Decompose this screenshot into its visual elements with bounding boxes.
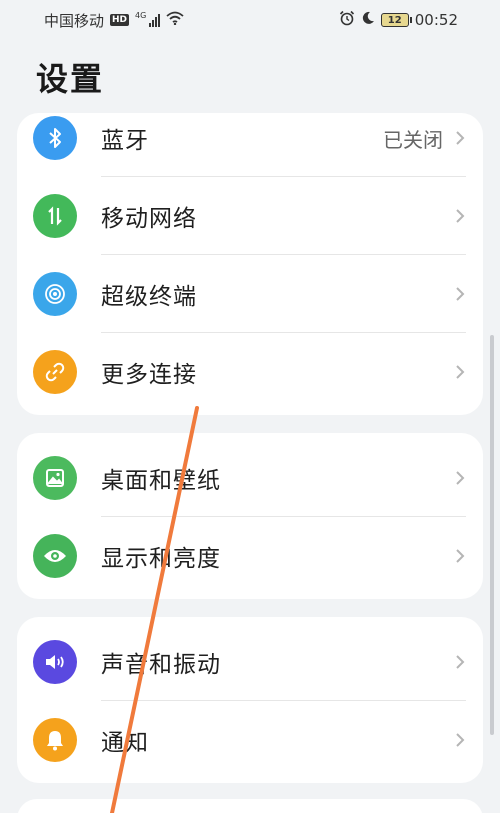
alarm-icon	[339, 10, 355, 30]
bluetooth-label: 蓝牙	[101, 128, 149, 154]
settings-card-next-partial	[17, 799, 483, 813]
clock-time: 00:52	[414, 11, 458, 29]
settings-row-display-brightness[interactable]: 显示和亮度	[17, 517, 483, 595]
wallpaper-label: 桌面和壁纸	[101, 468, 221, 494]
link-icon	[33, 350, 77, 394]
chevron-right-icon	[453, 655, 467, 669]
settings-row-mobile-network[interactable]: 移动网络	[17, 177, 483, 255]
settings-row-wallpaper[interactable]: 桌面和壁纸	[17, 439, 483, 517]
settings-card-connectivity: 蓝牙 已关闭 移动网络 超级终端 更多连接	[17, 113, 483, 415]
chevron-right-icon	[453, 365, 467, 379]
sound-vibration-label: 声音和振动	[101, 652, 221, 678]
mobile-network-label: 移动网络	[101, 206, 197, 232]
bluetooth-status: 已关闭	[383, 127, 443, 152]
hd-badge: HD	[110, 14, 130, 26]
scrollbar[interactable]	[490, 335, 494, 735]
status-bar-right: 12 00:52	[339, 10, 458, 30]
mobile-data-icon	[33, 194, 77, 238]
network-type: 4G	[135, 10, 147, 20]
super-device-icon	[33, 272, 77, 316]
settings-card-display: 桌面和壁纸 显示和亮度	[17, 433, 483, 599]
notifications-label: 通知	[101, 730, 149, 756]
battery-icon: 12	[380, 13, 412, 27]
signal-icon	[149, 13, 161, 27]
settings-card-sound: 声音和振动 通知	[17, 617, 483, 783]
super-device-label: 超级终端	[101, 284, 197, 310]
chevron-right-icon	[453, 549, 467, 563]
chevron-right-icon	[453, 287, 467, 301]
display-brightness-label: 显示和亮度	[101, 546, 221, 572]
settings-row-super-device[interactable]: 超级终端	[17, 255, 483, 333]
more-connections-label: 更多连接	[101, 362, 197, 388]
bell-icon	[33, 718, 77, 762]
settings-row-notifications[interactable]: 通知	[17, 701, 483, 779]
chevron-right-icon	[453, 209, 467, 223]
wifi-icon	[166, 11, 184, 29]
chevron-right-icon	[453, 471, 467, 485]
status-bar: 中国移动 HD 4G 12 00:52	[0, 0, 500, 40]
carrier-name: 中国移动	[44, 11, 105, 30]
eye-icon	[33, 534, 77, 578]
chevron-right-icon	[453, 131, 467, 145]
settings-row-sound-vibration[interactable]: 声音和振动	[17, 623, 483, 701]
moon-icon	[361, 11, 375, 29]
wallpaper-icon	[33, 456, 77, 500]
status-bar-left: 中国移动 HD 4G	[44, 10, 184, 31]
chevron-right-icon	[453, 733, 467, 747]
settings-row-bluetooth[interactable]: 蓝牙 已关闭	[17, 113, 483, 177]
settings-row-more-connections[interactable]: 更多连接	[17, 333, 483, 411]
page-title: 设置	[36, 60, 105, 98]
sound-icon	[33, 640, 77, 684]
bluetooth-icon	[33, 116, 77, 160]
